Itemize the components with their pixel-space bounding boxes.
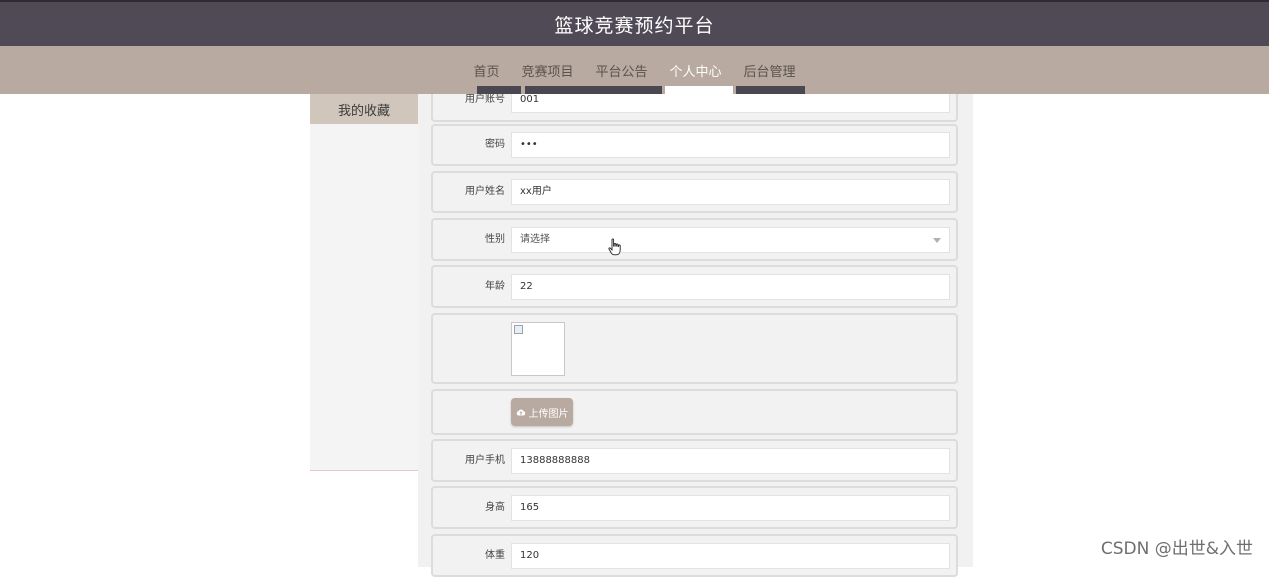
gender-select[interactable]: 请选择 bbox=[511, 226, 950, 253]
upload-image-button[interactable]: 上传图片 bbox=[511, 398, 573, 426]
field-label: 用户姓名 bbox=[465, 186, 505, 197]
height-field[interactable]: 165 bbox=[511, 494, 950, 521]
broken-image-icon bbox=[514, 325, 523, 334]
field-label: 密码 bbox=[485, 139, 505, 150]
form-row-phone: 用户手机 13888888888 bbox=[431, 439, 958, 482]
field-label: 身高 bbox=[485, 501, 505, 513]
password-field[interactable]: ••• bbox=[511, 132, 950, 158]
nav-admin[interactable]: 后台管理 bbox=[744, 61, 796, 80]
form-row-age: 年龄 22 bbox=[431, 265, 958, 308]
chevron-down-icon bbox=[933, 237, 941, 243]
form-row-weight: 体重 120 bbox=[431, 534, 958, 577]
sidebar: 我的收藏 bbox=[310, 94, 418, 471]
gender-select-value: 请选择 bbox=[520, 233, 550, 245]
form-row-name: 用户姓名 xx用户 bbox=[431, 171, 958, 213]
nav-announcements[interactable]: 平台公告 bbox=[595, 61, 647, 80]
field-label: 体重 bbox=[485, 549, 505, 561]
form-row-gender: 性别 请选择 bbox=[431, 218, 958, 261]
weight-field[interactable]: 120 bbox=[511, 542, 950, 569]
cloud-upload-icon bbox=[516, 409, 525, 416]
name-field[interactable]: xx用户 bbox=[511, 179, 950, 205]
watermark: CSDN @出世&入世 bbox=[1100, 539, 1253, 559]
site-title: 篮球竞赛预约平台 bbox=[554, 14, 715, 37]
avatar-image-placeholder bbox=[511, 322, 565, 376]
field-label: 年龄 bbox=[485, 280, 505, 292]
form-row-height: 身高 165 bbox=[431, 486, 958, 529]
form-row-upload: 上传图片 bbox=[431, 389, 958, 435]
nav-personal-center[interactable]: 个人中心 bbox=[670, 61, 722, 80]
hand-cursor-icon bbox=[608, 238, 621, 256]
sidebar-item-favorites[interactable]: 我的收藏 bbox=[310, 94, 418, 124]
tab-edge-active bbox=[665, 86, 733, 94]
phone-field[interactable]: 13888888888 bbox=[511, 447, 950, 474]
top-header: 篮球竞赛预约平台 bbox=[0, 0, 1269, 46]
age-field[interactable]: 22 bbox=[511, 273, 950, 300]
tab-edge bbox=[477, 86, 521, 94]
form-row-image bbox=[431, 313, 958, 384]
nav-home[interactable]: 首页 bbox=[473, 61, 499, 80]
field-label: 性别 bbox=[485, 233, 505, 245]
field-label: 用户手机 bbox=[465, 454, 505, 466]
tab-edge bbox=[525, 86, 662, 94]
tab-edge bbox=[736, 86, 805, 94]
form-row-password: 密码 ••• bbox=[431, 124, 958, 166]
nav-competitions[interactable]: 竞赛项目 bbox=[521, 61, 573, 80]
upload-button-label: 上传图片 bbox=[528, 408, 569, 420]
